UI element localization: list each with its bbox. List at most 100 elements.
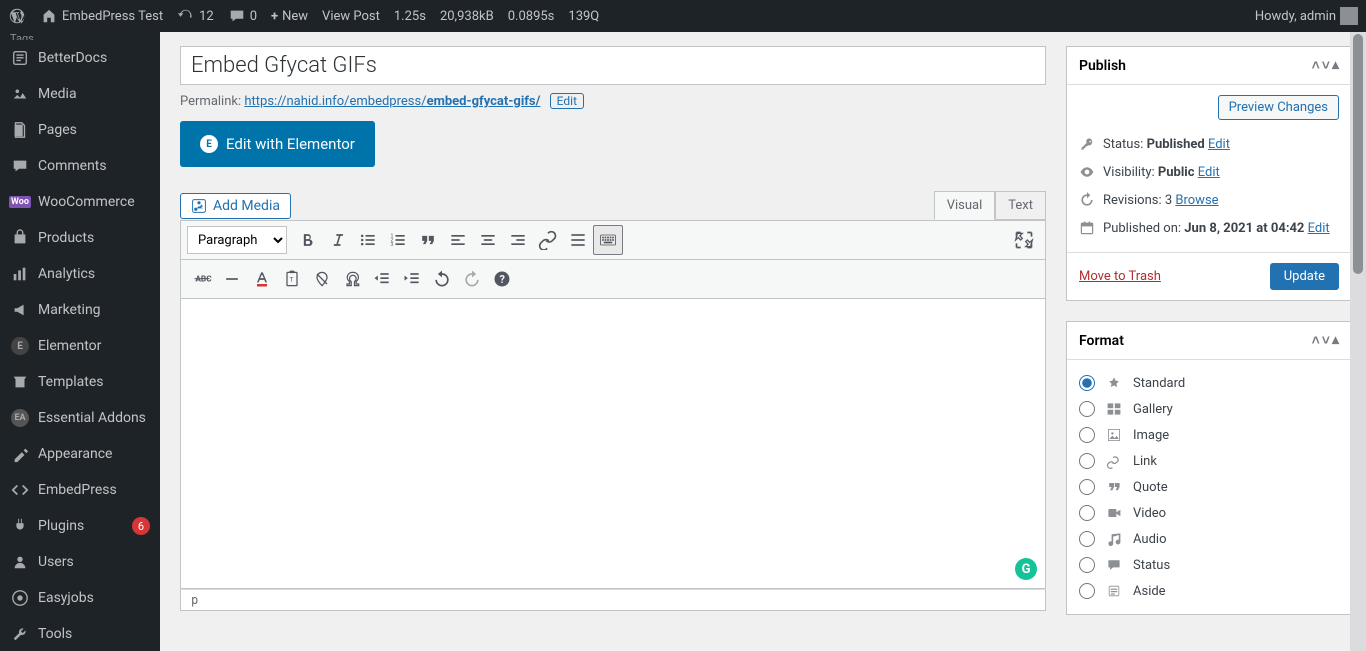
metabox-down-icon[interactable]: ˅ (1322, 57, 1330, 74)
metabox-up-icon[interactable]: ˄ (1312, 332, 1320, 349)
italic-button[interactable] (323, 225, 353, 255)
sidebar-item-elementor[interactable]: EElementor (0, 328, 160, 364)
format-radio[interactable] (1079, 401, 1095, 417)
format-icon (1105, 582, 1123, 600)
paragraph-select[interactable]: Paragraph (187, 226, 287, 254)
sidebar-item-comments[interactable]: Comments (0, 148, 160, 184)
site-link[interactable]: EmbedPress Test (40, 7, 163, 25)
sidebar-item-embedpress[interactable]: EmbedPress (0, 472, 160, 508)
format-radio[interactable] (1079, 557, 1095, 573)
format-option-image[interactable]: Image (1079, 422, 1339, 448)
add-media-button[interactable]: Add Media (180, 193, 291, 219)
sidebar-item-templates[interactable]: Templates (0, 364, 160, 400)
format-option-gallery[interactable]: Gallery (1079, 396, 1339, 422)
qm-mem[interactable]: 20,938kB (440, 9, 494, 24)
grammarly-icon[interactable]: G (1015, 558, 1037, 580)
redo-button[interactable] (457, 264, 487, 294)
align-left-button[interactable] (443, 225, 473, 255)
readmore-button[interactable] (563, 225, 593, 255)
sidebar-item-marketing[interactable]: Marketing (0, 292, 160, 328)
update-button[interactable]: Update (1270, 263, 1339, 290)
view-post-link[interactable]: View Post (322, 9, 380, 24)
blockquote-button[interactable] (413, 225, 443, 255)
format-radio[interactable] (1079, 505, 1095, 521)
qm-queries[interactable]: 139Q (568, 9, 599, 24)
fullscreen-button[interactable] (1009, 225, 1039, 255)
format-option-standard[interactable]: Standard (1079, 370, 1339, 396)
format-option-video[interactable]: Video (1079, 500, 1339, 526)
sidebar-item-analytics[interactable]: Analytics (0, 256, 160, 292)
status-edit-link[interactable]: Edit (1208, 137, 1230, 152)
wp-logo[interactable] (8, 7, 26, 25)
sidebar-item-plugins[interactable]: Plugins6 (0, 508, 160, 544)
paste-button[interactable]: T (277, 264, 307, 294)
ul-button[interactable] (353, 225, 383, 255)
format-icon (1105, 478, 1123, 496)
format-radio[interactable] (1079, 531, 1095, 547)
format-label: Gallery (1133, 402, 1173, 417)
metabox-toggle-icon[interactable]: ▴ (1332, 332, 1339, 349)
specialchar-button[interactable] (337, 264, 367, 294)
menu-icon (10, 84, 30, 104)
sidebar-item-users[interactable]: Users (0, 544, 160, 580)
format-radio[interactable] (1079, 427, 1095, 443)
format-radio[interactable] (1079, 583, 1095, 599)
format-option-audio[interactable]: Audio (1079, 526, 1339, 552)
sidebar-submenu-tags[interactable]: Tags (0, 32, 160, 40)
toolbar-toggle-button[interactable] (593, 225, 623, 255)
page-scrollbar[interactable] (1350, 32, 1366, 651)
tab-visual[interactable]: Visual (934, 191, 996, 220)
editor-textarea[interactable]: G (180, 299, 1046, 589)
sidebar-item-products[interactable]: Products (0, 220, 160, 256)
format-option-status[interactable]: Status (1079, 552, 1339, 578)
sidebar-item-woocommerce[interactable]: WooWooCommerce (0, 184, 160, 220)
textcolor-button[interactable] (247, 264, 277, 294)
permalink-link[interactable]: https://nahid.info/embedpress/embed-gfyc… (244, 94, 540, 109)
format-option-link[interactable]: Link (1079, 448, 1339, 474)
sidebar-item-pages[interactable]: Pages (0, 112, 160, 148)
key-icon (1079, 136, 1095, 152)
edit-with-elementor-button[interactable]: E Edit with Elementor (180, 121, 375, 167)
metabox-toggle-icon[interactable]: ▴ (1332, 57, 1339, 74)
strikethrough-button[interactable]: ABC (187, 264, 217, 294)
comments-link[interactable]: 0 (228, 7, 257, 25)
format-radio[interactable] (1079, 453, 1095, 469)
published-edit-link[interactable]: Edit (1308, 221, 1330, 236)
format-radio[interactable] (1079, 479, 1095, 495)
clearformat-button[interactable] (307, 264, 337, 294)
ol-button[interactable]: 123 (383, 225, 413, 255)
updates-link[interactable]: 12 (177, 7, 214, 25)
sidebar-item-media[interactable]: Media (0, 76, 160, 112)
format-radio[interactable] (1079, 375, 1095, 391)
hr-button[interactable] (217, 264, 247, 294)
new-link[interactable]: +New (271, 9, 308, 24)
help-button[interactable]: ? (487, 264, 517, 294)
metabox-up-icon[interactable]: ˄ (1312, 57, 1320, 74)
indent-button[interactable] (397, 264, 427, 294)
permalink-edit-button[interactable]: Edit (550, 93, 584, 109)
undo-button[interactable] (427, 264, 457, 294)
move-to-trash-link[interactable]: Move to Trash (1079, 269, 1161, 284)
visibility-edit-link[interactable]: Edit (1198, 165, 1220, 180)
metabox-down-icon[interactable]: ˅ (1322, 332, 1330, 349)
qm-db[interactable]: 0.0895s (508, 9, 555, 24)
format-option-quote[interactable]: Quote (1079, 474, 1339, 500)
sidebar-item-tools[interactable]: Tools (0, 616, 160, 651)
sidebar-item-betterdocs[interactable]: BetterDocs (0, 40, 160, 76)
align-center-button[interactable] (473, 225, 503, 255)
format-option-aside[interactable]: Aside (1079, 578, 1339, 604)
howdy-link[interactable]: Howdy, admin (1255, 7, 1358, 25)
link-button[interactable] (533, 225, 563, 255)
qm-time[interactable]: 1.25s (394, 9, 426, 24)
outdent-button[interactable] (367, 264, 397, 294)
align-right-button[interactable] (503, 225, 533, 255)
bold-button[interactable] (293, 225, 323, 255)
revisions-browse-link[interactable]: Browse (1175, 193, 1218, 208)
sidebar-item-easyjobs[interactable]: Easyjobs (0, 580, 160, 616)
sidebar-item-appearance[interactable]: Appearance (0, 436, 160, 472)
post-title-input[interactable] (180, 46, 1046, 85)
tab-text[interactable]: Text (995, 191, 1046, 220)
sidebar-item-essential-addons[interactable]: EAEssential Addons (0, 400, 160, 436)
preview-changes-button[interactable]: Preview Changes (1218, 95, 1339, 120)
publish-metabox: Publish ˄ ˅ ▴ Preview Changes Status: Pu… (1066, 46, 1352, 301)
